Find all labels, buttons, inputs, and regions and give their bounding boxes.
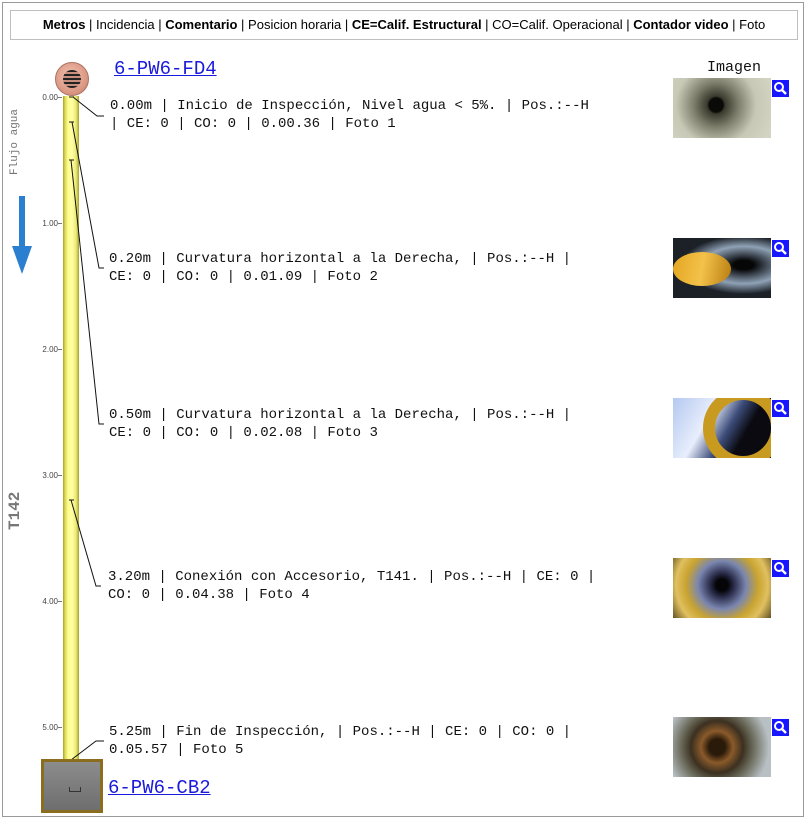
pipe-wall-fragment [673,252,731,286]
observation-line: 0.50m | Curvatura horizontal a la Derech… [109,407,572,423]
observation-line: CE: 0 | CO: 0 | 0.02.08 | Foto 3 [109,425,378,441]
observation-line: | CE: 0 | CO: 0 | 0.00.36 | Foto 1 [110,116,396,132]
observation-3[interactable]: 0.50m | Curvatura horizontal a la Derech… [109,406,571,442]
pipe-ring-fragment [703,398,771,458]
photo-thumbnail[interactable] [673,717,771,777]
manhole-icon [55,62,89,96]
start-node-link[interactable]: 6-PW6-FD4 [114,58,217,80]
observation-1[interactable]: 0.00m | Inicio de Inspección, Nivel agua… [110,97,589,133]
zoom-icon[interactable] [772,400,789,417]
images-header: Imagen [707,59,762,76]
observation-line: 5.25m | Fin de Inspección, | Pos.:--H | … [109,724,572,740]
observation-line: 0.20m | Curvatura horizontal a la Derech… [109,251,572,267]
observation-line: CE: 0 | CO: 0 | 0.01.09 | Foto 2 [109,269,378,285]
photo-thumbnail[interactable] [673,78,771,138]
grate-icon [63,70,81,88]
observation-line: CO: 0 | 0.04.38 | Foto 4 [108,587,310,603]
zoom-icon[interactable] [772,719,789,736]
observation-2[interactable]: 0.20m | Curvatura horizontal a la Derech… [109,250,571,286]
catch-basin-icon [41,759,103,813]
observation-5[interactable]: 5.25m | Fin de Inspección, | Pos.:--H | … [109,723,571,759]
zoom-icon[interactable] [772,560,789,577]
observation-line: 0.00m | Inicio de Inspección, Nivel agua… [110,98,589,114]
zoom-icon[interactable] [772,80,789,97]
photo-thumbnail[interactable] [673,558,771,618]
observation-4[interactable]: 3.20m | Conexión con Accesorio, T141. | … [108,568,595,604]
end-node-link[interactable]: 6-PW6-CB2 [108,777,211,799]
photo-thumbnail[interactable] [673,238,771,298]
catch-basin-slot [69,787,81,792]
observation-line: 3.20m | Conexión con Accesorio, T141. | … [108,569,596,585]
photo-thumbnail[interactable] [673,398,771,458]
zoom-icon[interactable] [772,240,789,257]
observation-line: 0.05.57 | Foto 5 [109,742,244,758]
